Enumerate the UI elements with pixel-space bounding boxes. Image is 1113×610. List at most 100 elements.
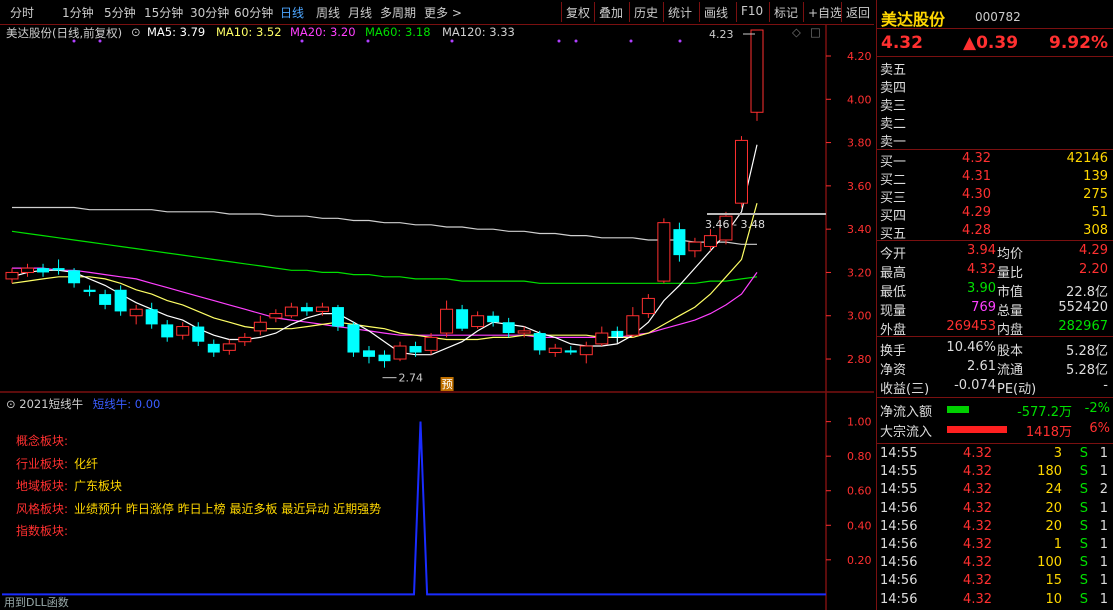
panel-divider: [877, 28, 1113, 29]
panel-divider: [877, 443, 1113, 444]
candle-up: [238, 336, 252, 343]
bid-volume: 139: [1083, 169, 1108, 184]
sector-blocks: 概念板块: 行业板块: 化纤 地域板块: 广东板块 风格板块: 业绩预升 昨日涨停 昨…: [16, 430, 381, 543]
block-industry: 行业板块: 化纤: [16, 456, 99, 471]
bid-price: 4.29: [962, 205, 991, 220]
stat-value: 4.32: [967, 262, 996, 277]
toolbar-action-8[interactable]: 返回: [846, 4, 870, 21]
tick-time: 14:56: [880, 573, 918, 589]
footer-note: 用到DLL函数: [4, 596, 69, 609]
candle-up: [315, 306, 329, 312]
ask-row: 卖一: [877, 131, 1113, 150]
candle-down: [83, 289, 96, 292]
tick-count: 1: [1099, 518, 1108, 534]
timeframe-7[interactable]: 周线: [316, 4, 340, 21]
candle-down: [68, 270, 81, 284]
candle-up: [703, 235, 717, 247]
tick-time: 14:56: [880, 500, 918, 516]
timeframe-9[interactable]: 多周期: [380, 4, 416, 21]
candle-down: [533, 333, 546, 351]
close-icon[interactable]: □: [810, 25, 821, 39]
tick-side: S: [1079, 482, 1088, 498]
toolbar-action-6[interactable]: 标记: [774, 4, 798, 21]
candle-down: [487, 315, 500, 323]
timeframe-1[interactable]: 1分钟: [62, 4, 94, 21]
y-tick-label: 2.80: [847, 353, 872, 366]
timeframe-2[interactable]: 5分钟: [104, 4, 136, 21]
timeframe-0[interactable]: 分时: [10, 4, 34, 21]
stat-value: 769: [971, 300, 996, 315]
tick-row: 14:56 4.32 20 S 1: [877, 519, 1113, 537]
flow-bar: [947, 426, 1007, 433]
indicator-toggle-icon[interactable]: ⊙: [6, 397, 16, 411]
toolbar-action-0[interactable]: 复权: [566, 4, 590, 21]
bid-label: 买三: [880, 191, 907, 206]
stat-label: 最低: [880, 285, 907, 300]
candle-up: [657, 222, 671, 282]
candle-up: [471, 315, 485, 328]
toolbar-action-3[interactable]: 统计: [668, 4, 692, 21]
stat-label: 最高: [880, 266, 907, 281]
block-style: 风格板块: 业绩预升 昨日涨停 昨日上榜 最近多板 最近异动 近期强势: [16, 501, 382, 516]
tick-side: S: [1079, 573, 1088, 589]
tick-volume: 3: [1053, 446, 1062, 461]
stat-value: 2.20: [1079, 262, 1108, 277]
stat-row: 换手 10.46% 股本 5.28亿: [877, 340, 1113, 359]
tick-time: 14:55: [880, 446, 918, 461]
indicator-title: 2021短线牛: [19, 397, 84, 411]
stat-row: 外盘 269453 内盘 282967: [877, 319, 1113, 338]
tick-price: 4.32: [963, 537, 992, 552]
candle-down: [207, 343, 220, 353]
timeframe-6[interactable]: 日线: [280, 4, 304, 21]
expand-icon[interactable]: ◇: [792, 25, 801, 39]
toolbar-action-5[interactable]: F10: [741, 4, 763, 18]
y-tick-label: 4.00: [847, 93, 872, 106]
toolbar-action-7[interactable]: +自选: [808, 4, 842, 21]
candle-up: [253, 321, 267, 332]
chart-title-bar: 美达股份(日线,前复权) ⊙ MA5: 3.79 MA10: 3.52 MA20…: [0, 25, 874, 41]
timeframe-8[interactable]: 月线: [348, 4, 372, 21]
stat-value: 5.28亿: [1066, 363, 1108, 378]
timeframe-5[interactable]: 60分钟: [234, 4, 273, 21]
candle-down: [502, 322, 515, 334]
tick-count: 2: [1099, 482, 1108, 498]
y-tick-label: 3.60: [847, 180, 872, 193]
tick-price: 4.32: [963, 446, 992, 461]
tick-row: 14:56 4.32 15 S 1: [877, 573, 1113, 591]
candle-up: [21, 267, 35, 273]
candle-up: [688, 241, 702, 252]
toolbar-action-4[interactable]: 画线: [704, 4, 728, 21]
bid-label: 买四: [880, 209, 907, 224]
toolbar-separator: [769, 2, 770, 22]
bid-price: 4.28: [962, 223, 991, 238]
timeframe-4[interactable]: 30分钟: [190, 4, 229, 21]
tick-volume: 100: [1037, 555, 1062, 571]
stat-value: 5.28亿: [1066, 344, 1108, 359]
toolbar-action-1[interactable]: 叠加: [599, 4, 623, 21]
price-chart[interactable]: 4.204.003.803.603.403.203.002.804.232.74…: [0, 25, 874, 393]
stat-value: 3.94: [967, 243, 996, 258]
candle-down: [52, 268, 65, 271]
candle-down: [161, 324, 174, 338]
timeframe-3[interactable]: 15分钟: [144, 4, 183, 21]
ma-toggle-icon[interactable]: ⊙: [131, 25, 141, 39]
candle-up: [579, 345, 593, 356]
stat-value: 552420: [1058, 300, 1108, 315]
bid-row: 买三 4.30 275: [877, 187, 1113, 206]
stat-label: 外盘: [880, 323, 907, 338]
stat-value: -0.074: [954, 378, 996, 393]
tick-row: 14:56 4.32 1 S 1: [877, 537, 1113, 555]
flow-pct: 6%: [1089, 421, 1110, 436]
y-tick-label: 4.20: [847, 50, 872, 63]
bid-volume: 308: [1083, 223, 1108, 238]
y-tick-label: 3.00: [847, 310, 872, 323]
tick-price: 4.32: [963, 464, 992, 480]
candle-up: [626, 315, 640, 336]
ma60-label: MA60: 3.18: [365, 25, 431, 39]
bid-label: 买一: [880, 155, 907, 170]
ask-label: 卖三: [880, 99, 907, 114]
flow-value: 1418万: [1025, 425, 1072, 440]
toolbar-action-2[interactable]: 历史: [634, 4, 658, 21]
pre-marker-label: 预: [442, 378, 453, 391]
timeframe-10[interactable]: 更多 >: [424, 4, 462, 21]
